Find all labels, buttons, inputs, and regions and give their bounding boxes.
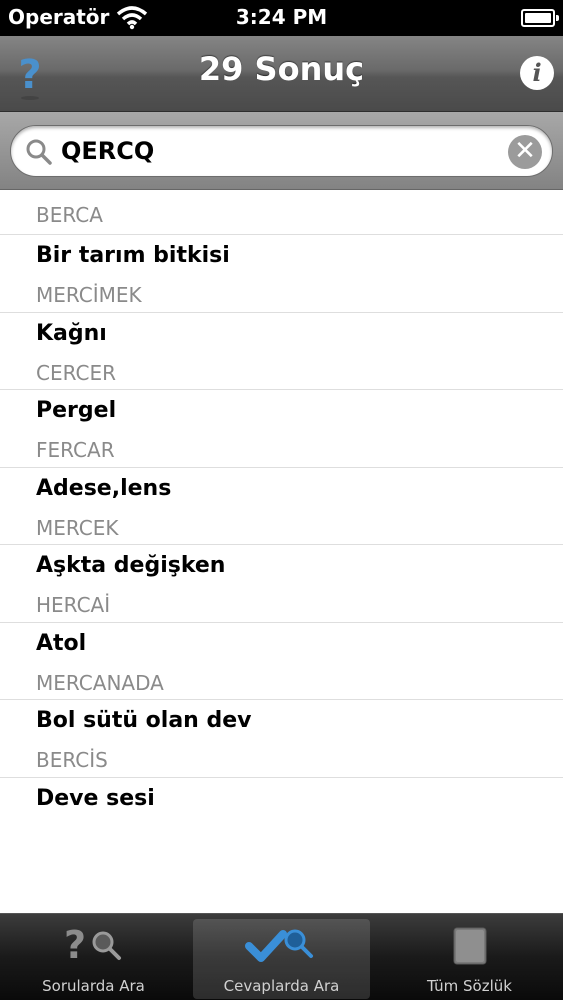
battery-icon (521, 9, 559, 27)
answer-text: MERCANADA (36, 670, 164, 695)
tab-sorularda-ara[interactable]: ? Sorularda Ara (0, 914, 187, 1001)
list-item[interactable]: Atol MERCANADA (0, 623, 563, 700)
list-item[interactable]: Bir tarım bitkisi MERCİMEK (0, 235, 563, 313)
list-item[interactable]: BERCA (0, 191, 563, 235)
answer-text: MERCİMEK (36, 283, 142, 307)
status-bar: Operatör 3:24 PM (0, 0, 563, 36)
search-input[interactable] (61, 135, 501, 167)
question-text: Pergel (36, 398, 117, 423)
question-text: Bir tarım bitkisi (36, 243, 230, 268)
list-item[interactable]: Aşkta değişken HERCAİ (0, 545, 563, 623)
question-text: Aşkta değişken (36, 553, 226, 578)
tab-label: Sorularda Ara (42, 977, 145, 995)
book-icon (453, 927, 486, 965)
tab-cevaplarda-ara[interactable]: Cevaplarda Ara (188, 914, 375, 1001)
check-search-icon (244, 929, 313, 962)
question-text: Deve sesi (36, 785, 155, 811)
clock-label: 3:24 PM (235, 5, 328, 29)
results-list[interactable]: BERCA Bir tarım bitkisi MERCİMEK Kağnı C… (0, 191, 563, 913)
search-bar: ✕ (0, 112, 563, 190)
search-field[interactable]: ✕ (10, 125, 553, 177)
question-text: Atol (36, 630, 87, 656)
page-title: 29 Sonuç (198, 50, 365, 88)
tab-label: Cevaplarda Ara (223, 977, 340, 995)
list-item[interactable]: Kağnı CERCER (0, 313, 563, 390)
answer-text: HERCAİ (36, 593, 111, 617)
nav-bar: ? 29 Sonuç i (0, 36, 563, 112)
svg-text:?: ? (63, 923, 85, 967)
tab-label: Tüm Sözlük (427, 977, 512, 995)
clear-search-icon[interactable]: ✕ (508, 135, 542, 169)
question-search-icon: ? (63, 923, 121, 967)
list-item[interactable]: Deve sesi (0, 778, 563, 856)
answer-text: BERCA (36, 203, 103, 227)
info-icon[interactable]: i (520, 56, 554, 90)
search-icon (26, 139, 52, 165)
tab-tum-sozluk[interactable]: Tüm Sözlük (376, 914, 563, 1001)
tab-bar: ? Sorularda Ara Cevaplarda Ara Tüm Sözlü… (0, 913, 563, 1000)
answer-text: CERCER (36, 360, 116, 385)
question-text: Adese,lens (36, 475, 172, 501)
question-text: Bol sütü olan dev (36, 708, 252, 733)
list-item[interactable]: Adese,lens MERCEK (0, 468, 563, 545)
question-text: Kağnı (36, 320, 107, 346)
answer-text: BERCİS (36, 748, 108, 772)
answer-text: MERCEK (36, 515, 119, 540)
answer-text: FERCAR (36, 438, 115, 462)
list-item[interactable]: Bol sütü olan dev BERCİS (0, 700, 563, 778)
list-item[interactable]: Pergel FERCAR (0, 390, 563, 468)
